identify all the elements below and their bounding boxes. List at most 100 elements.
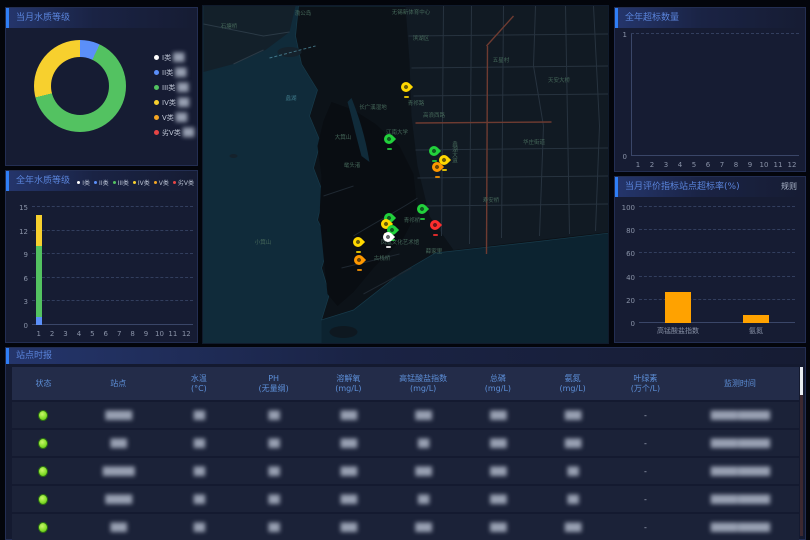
- table-row[interactable]: ██████████████████-█████ ██████: [12, 430, 799, 456]
- column-label: 监测时间: [724, 379, 756, 389]
- table-row[interactable]: ███████████████████-█████ ██████: [12, 486, 799, 512]
- gridline: [32, 206, 193, 207]
- map[interactable]: 石塘桥渤公岛无锡新体育中心滨湖区五星村天安大桥高浪西路江南大学青祁路华庄街道寿安…: [202, 5, 609, 344]
- status-led-green: [38, 410, 48, 421]
- y-axis-label: 12: [12, 228, 28, 236]
- legend-item[interactable]: I类: [77, 178, 90, 187]
- legend-label: IV类: [162, 98, 176, 108]
- map-label: 青祁桥: [404, 216, 421, 224]
- timestamp-blurred: █████ ██████: [711, 523, 769, 532]
- x-axis-label: 8: [130, 330, 134, 338]
- value-blurred: ███: [415, 467, 430, 476]
- column-label: 站点: [110, 379, 126, 389]
- legend-item[interactable]: I类██: [154, 50, 193, 65]
- value-blurred: ██: [418, 439, 428, 448]
- column-label: 溶解氧: [336, 374, 360, 384]
- x-axis-label: 7: [720, 161, 724, 169]
- value-cell: ██: [386, 439, 461, 448]
- value-cell: ███: [311, 439, 386, 448]
- panel-annual-exceed: 全年超标数量 01123456789101112: [614, 7, 806, 172]
- bar-segment-IV类: [36, 215, 42, 246]
- column-unit: (mg/L): [335, 384, 361, 394]
- x-axis-label: 1: [636, 161, 640, 169]
- legend-item[interactable]: II类██: [154, 65, 193, 80]
- legend-item[interactable]: IV类: [133, 178, 150, 187]
- y-axis-label: 6: [12, 275, 28, 283]
- value-blurred: ██: [268, 467, 278, 476]
- legend-value-blurred: ██: [183, 128, 193, 137]
- map-label: 华庄街道: [523, 138, 545, 146]
- x-axis-label: 高锰酸盐指数: [657, 326, 699, 336]
- x-axis-label: 3: [63, 330, 67, 338]
- legend-dot: [77, 181, 80, 184]
- map-basemap: [203, 6, 609, 344]
- y-axis-line: [631, 34, 632, 156]
- legend-dot: [154, 115, 159, 120]
- legend-item[interactable]: 劣V类██: [154, 125, 193, 140]
- station-cell: █████: [75, 495, 162, 504]
- map-pin-anchor: [435, 176, 440, 178]
- legend-label: III类: [162, 83, 175, 93]
- map-pin-hole: [419, 206, 425, 212]
- map-pin-hole: [356, 257, 362, 263]
- map-pin-anchor: [386, 246, 391, 248]
- x-axis-label: 5: [692, 161, 696, 169]
- station-cell: █████: [75, 411, 162, 420]
- table-row[interactable]: ███████████████████-█████ ██████: [12, 514, 799, 540]
- value-cell: ██: [162, 495, 237, 504]
- status-cell: [12, 522, 75, 533]
- column-unit: (mg/L): [560, 384, 586, 394]
- legend-label: II类: [99, 178, 109, 187]
- value-cell: ██: [236, 439, 311, 448]
- annual-bar-chart: 03691215123456789101112: [32, 207, 193, 325]
- panel-monthly-rate-header: 当月评价指标站点超标率(%) 规则: [615, 177, 805, 197]
- chlorophyll-cell: -: [610, 467, 681, 476]
- map-label: 高浪西路: [423, 111, 445, 119]
- legend-dot: [154, 130, 159, 135]
- value-blurred: ███: [565, 411, 580, 420]
- legend-value-blurred: ██: [177, 83, 187, 92]
- table-row[interactable]: █████████████████████-█████ ██████: [12, 458, 799, 484]
- map-label: 滨湖区: [413, 34, 430, 42]
- value-cell: ███: [461, 495, 536, 504]
- time-cell: █████ ██████: [681, 495, 799, 504]
- value-blurred: ███: [565, 523, 580, 532]
- column-header: 叶绿素(万个/L): [610, 374, 681, 394]
- legend-item[interactable]: III类: [113, 178, 129, 187]
- map-label: 青祁路: [408, 99, 425, 107]
- legend-item[interactable]: V类: [154, 178, 169, 187]
- station-cell: ███: [75, 523, 162, 532]
- legend-item[interactable]: 劣V类: [173, 178, 194, 187]
- status-cell: [12, 494, 75, 505]
- column-label: 氨氮: [565, 374, 581, 384]
- legend-dot: [173, 181, 176, 184]
- legend-item[interactable]: II类: [94, 178, 109, 187]
- status-cell: [12, 410, 75, 421]
- legend-item[interactable]: IV类██: [154, 95, 193, 110]
- table-scrollbar-thumb[interactable]: [800, 367, 803, 395]
- y-axis-label: 9: [12, 251, 28, 259]
- value-cell: ██: [386, 495, 461, 504]
- map-label: 鼋头渚: [344, 161, 361, 169]
- legend-item[interactable]: III类██: [154, 80, 193, 95]
- value-blurred: ███: [490, 523, 505, 532]
- rule-link[interactable]: 规则: [781, 177, 797, 197]
- value-blurred: ███: [341, 523, 356, 532]
- map-label: 天安大桥: [548, 76, 570, 84]
- map-label: 渤公岛: [295, 9, 312, 17]
- legend-value-blurred: ██: [178, 98, 188, 107]
- panel-title: 当月水质等级: [16, 13, 70, 23]
- x-axis-label: 11: [774, 161, 783, 169]
- table-row[interactable]: █████████████████████-█████ ██████: [12, 402, 799, 428]
- gridline: [32, 277, 193, 278]
- legend-label: III类: [118, 178, 129, 187]
- value-cell: ██: [162, 411, 237, 420]
- legend-dot: [154, 181, 157, 184]
- value-blurred: ██: [418, 495, 428, 504]
- map-pin-anchor: [442, 169, 447, 171]
- legend-item[interactable]: V类██: [154, 110, 193, 125]
- panel-annual-grade: 全年水质等级 I类II类III类IV类V类劣V类 036912151234567…: [5, 170, 198, 343]
- x-axis-label: 氨氮: [749, 326, 763, 336]
- value-blurred: ██: [268, 495, 278, 504]
- column-unit: (万个/L): [631, 384, 660, 394]
